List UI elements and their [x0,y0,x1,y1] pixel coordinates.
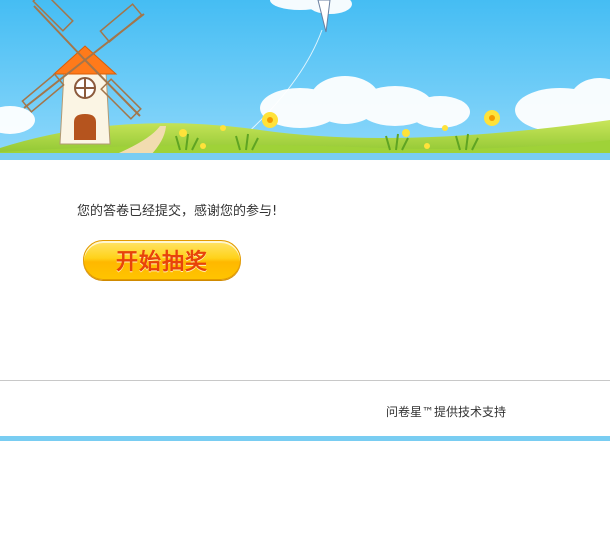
tech-support-credit[interactable]: 问卷星™提供技术支持 [386,403,506,420]
footer-divider [0,380,610,381]
header-banner [0,0,610,160]
survey-complete-page: 您的答卷已经提交，感谢您的参与! 开始抽奖 问卷星™提供技术支持 [0,0,610,544]
thank-you-message: 您的答卷已经提交，感谢您的参与! [77,204,278,219]
main-content: 您的答卷已经提交，感谢您的参与! 开始抽奖 [0,160,610,380]
start-lottery-label: 开始抽奖 [115,250,208,275]
bottom-bar [0,436,610,441]
start-lottery-button[interactable]: 开始抽奖 [83,240,241,280]
landscape-illustration [0,0,610,160]
